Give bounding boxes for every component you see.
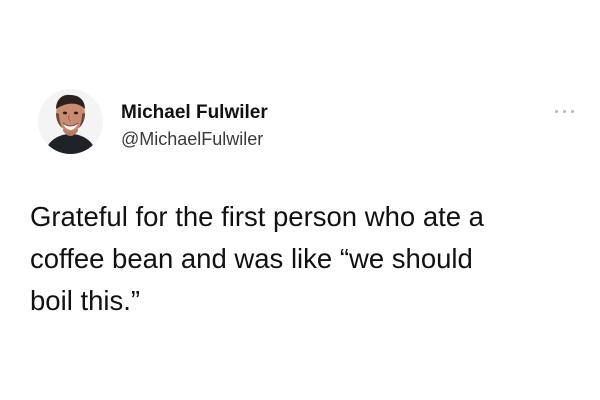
tweet-card: Michael Fulwiler @MichaelFulwiler Gratef… bbox=[0, 0, 600, 400]
more-options-icon-dot-right bbox=[571, 110, 574, 113]
more-options-icon-dot-middle bbox=[563, 110, 566, 113]
user-names: Michael Fulwiler @MichaelFulwiler bbox=[121, 101, 268, 151]
tweet-text: Grateful for the first person who ate a … bbox=[30, 201, 484, 316]
tweet-header: Michael Fulwiler @MichaelFulwiler bbox=[33, 88, 574, 168]
more-options-button[interactable] bbox=[553, 106, 577, 118]
more-options-icon-dot-left bbox=[555, 110, 558, 113]
avatar[interactable] bbox=[38, 89, 103, 154]
user-handle[interactable]: @MichaelFulwiler bbox=[121, 127, 268, 151]
display-name[interactable]: Michael Fulwiler bbox=[121, 101, 268, 125]
profile-photo-icon bbox=[38, 89, 103, 154]
